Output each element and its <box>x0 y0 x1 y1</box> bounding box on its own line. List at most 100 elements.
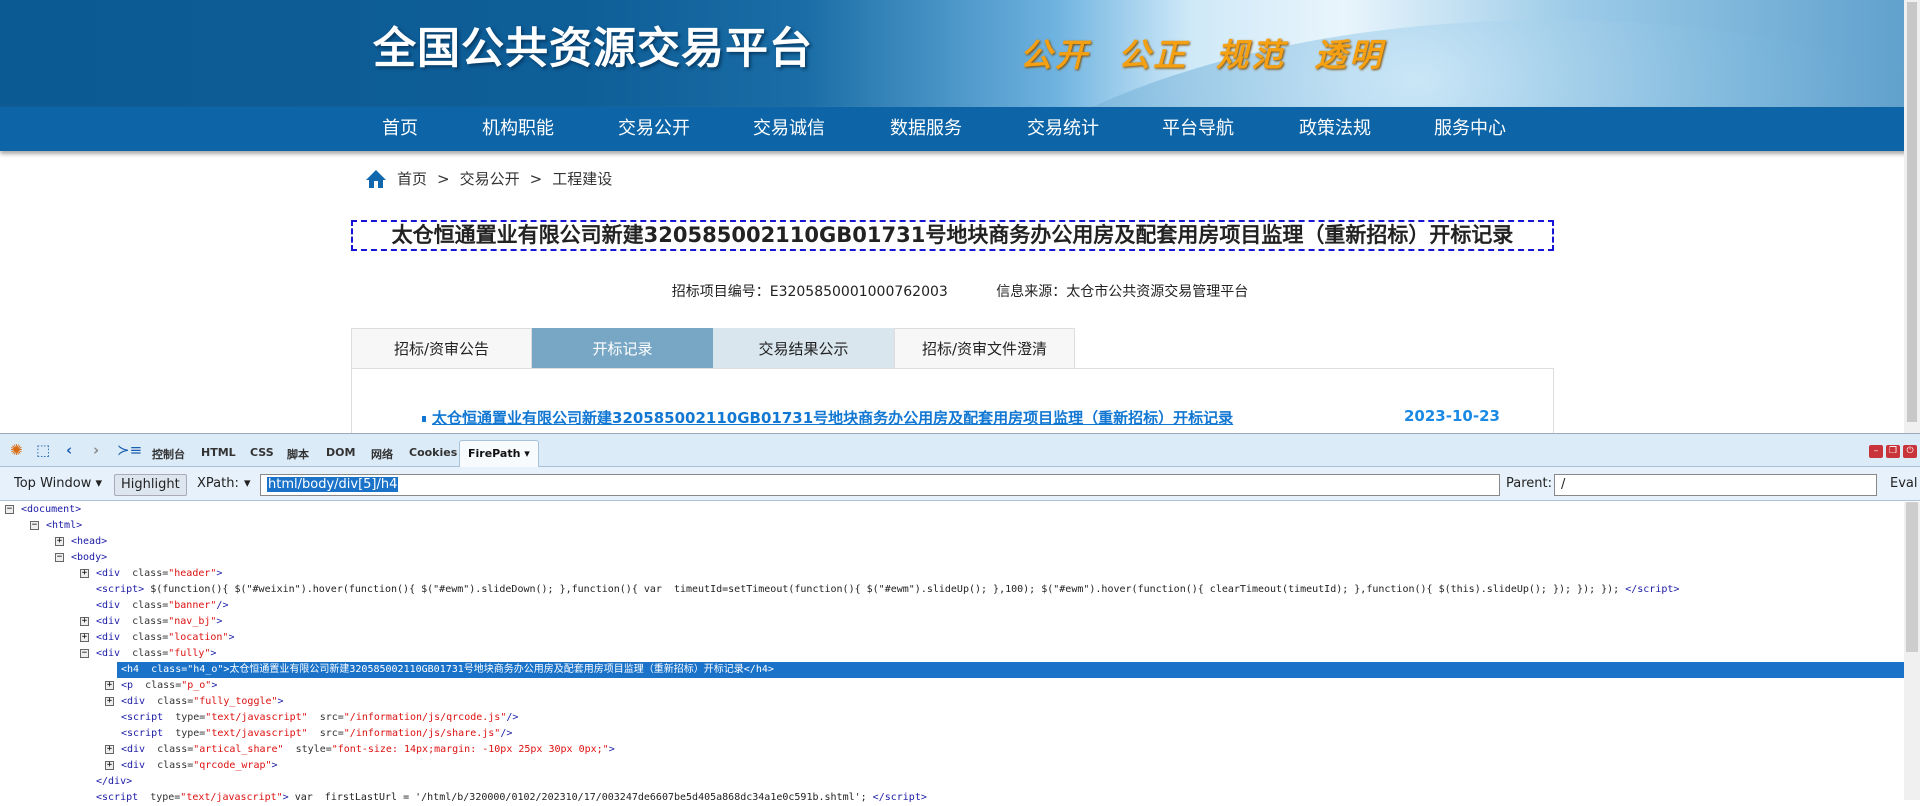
tab-firepath[interactable]: FirePath ▾ <box>459 440 539 468</box>
markup-tag: </div> <box>96 776 133 787</box>
firebug-icon[interactable]: ✺ <box>10 442 23 458</box>
tree-node[interactable]: + <div class="location"> <box>0 630 1904 646</box>
parent-input[interactable]: / <box>1554 474 1877 496</box>
tab-html[interactable]: HTML <box>201 446 236 459</box>
nav-item[interactable]: 交易诚信 <box>753 107 825 151</box>
expand-icon[interactable]: + <box>55 537 64 546</box>
nav-item[interactable]: 交易统计 <box>1027 107 1099 151</box>
list-item-link[interactable]: 太仓恒通置业有限公司新建320585002110GB01731号地块商务办公用房… <box>422 407 1233 428</box>
tree-node[interactable]: <script> $(function(){ $("#weixin").hove… <box>0 582 1904 598</box>
markup-val: "/information/js/share.js" <box>343 728 501 739</box>
top-window-select[interactable]: Top Window ▾ <box>14 474 102 496</box>
collapse-icon[interactable]: − <box>30 521 39 530</box>
expand-icon[interactable]: + <box>105 745 114 754</box>
collapse-icon[interactable]: − <box>55 553 64 562</box>
markup-tag: <div <box>96 568 133 579</box>
expand-icon[interactable]: + <box>80 569 89 578</box>
tree-node[interactable]: </div> <box>0 774 1904 790</box>
page-scrollbar[interactable] <box>1904 0 1920 433</box>
tree-node[interactable]: − <document> <box>0 502 1904 518</box>
node-markup: <div class="fully"> <box>96 646 216 662</box>
eval-button[interactable]: Eval <box>1890 474 1918 496</box>
tree-node[interactable]: + <div class="nav_bj"> <box>0 614 1904 630</box>
breadcrumb-trade[interactable]: 交易公开 <box>460 168 520 189</box>
detach-icon[interactable]: ❐ <box>1886 445 1900 458</box>
expand-icon[interactable]: + <box>105 697 114 706</box>
tab-bid-opening[interactable]: 开标记录 <box>532 328 713 369</box>
tab-panel: 太仓恒通置业有限公司新建320585002110GB01731号地块商务办公用房… <box>351 368 1554 438</box>
site-title: 全国公共资源交易平台 <box>373 24 813 74</box>
markup-text: 太仓恒通置业有限公司新建320585002110GB01731号地块商务办公用房… <box>229 664 744 675</box>
markup-tag: /> <box>500 728 513 739</box>
nav-item[interactable]: 平台导航 <box>1162 107 1234 151</box>
tree-node[interactable]: <script type="text/javascript" src="/inf… <box>0 710 1904 726</box>
markup-tag: </script> <box>1625 584 1680 595</box>
nav-item[interactable]: 服务中心 <box>1434 107 1506 151</box>
tab-result[interactable]: 交易结果公示 <box>713 328 894 369</box>
markup-tag: <h4 <box>121 664 152 675</box>
xpath-input[interactable]: html/body/div[5]/h4 <box>260 474 1500 496</box>
breadcrumb: 首页 > 交易公开 > 工程建设 <box>365 168 612 189</box>
tree-node[interactable]: + <div class="artical_share" style="font-… <box>0 742 1904 758</box>
highlight-button[interactable]: Highlight <box>114 474 187 496</box>
minimize-icon[interactable]: – <box>1869 445 1883 458</box>
markup-tag: > <box>277 696 284 707</box>
tab-script[interactable]: 脚本 <box>287 446 309 462</box>
nav-item[interactable]: 机构职能 <box>482 107 554 151</box>
tree-node[interactable]: − <body> <box>0 550 1904 566</box>
tab-css[interactable]: CSS <box>250 446 274 459</box>
tree-node[interactable]: <script type="text/javascript" src="/inf… <box>0 726 1904 742</box>
tab-console[interactable]: 控制台 <box>152 446 185 462</box>
expand-icon[interactable]: + <box>105 761 114 770</box>
tree-node[interactable]: + <div class="header"> <box>0 566 1904 582</box>
firepath-toolbar: Top Window ▾ Highlight XPath: ▾ html/bod… <box>0 467 1920 501</box>
page-title: 太仓恒通置业有限公司新建320585002110GB01731号地块商务办公用房… <box>351 220 1554 251</box>
expand-icon[interactable]: + <box>80 617 89 626</box>
nav-item[interactable]: 交易公开 <box>618 107 690 151</box>
list-item-date: 2023-10-23 <box>1404 407 1500 425</box>
back-icon[interactable]: ‹ <box>66 442 72 458</box>
tree-node[interactable]: <script type="text/javascript"> var firs… <box>0 790 1904 806</box>
command-line-icon[interactable]: ≻≡ <box>117 442 142 458</box>
inspect-icon[interactable]: ⬚ <box>36 442 50 458</box>
tree-node[interactable]: + <head> <box>0 534 1904 550</box>
tab-dom[interactable]: DOM <box>326 446 355 459</box>
project-number: 招标项目编号：E3205850001000762003 <box>671 284 948 300</box>
markup-tag: <script <box>121 712 176 723</box>
home-icon[interactable] <box>365 169 387 189</box>
tab-announcement[interactable]: 招标/资审公告 <box>351 328 532 369</box>
tree-node[interactable]: − <html> <box>0 518 1904 534</box>
tree-node[interactable]: <div class="banner"/> <box>0 598 1904 614</box>
markup-tag: <p <box>121 680 146 691</box>
markup-val: "artical_share" <box>193 744 296 755</box>
scrollbar-thumb[interactable] <box>1907 2 1917 422</box>
tree-node[interactable]: − <div class="fully"> <box>0 646 1904 662</box>
expand-icon[interactable]: + <box>105 681 114 690</box>
scrollbar-thumb[interactable] <box>1906 502 1918 652</box>
nav-item[interactable]: 政策法规 <box>1299 107 1371 151</box>
expand-icon[interactable]: + <box>80 633 89 642</box>
forward-icon[interactable]: › <box>93 442 99 458</box>
markup-attr: style= <box>295 744 332 755</box>
markup-attr: class= <box>132 632 169 643</box>
tree-node[interactable]: + <div class="qrcode_wrap"> <box>0 758 1904 774</box>
collapse-icon[interactable]: − <box>5 505 14 514</box>
markup-tag: <div <box>96 616 133 627</box>
tree-node-selected[interactable]: <h4 class="h4_o">太仓恒通置业有限公司新建32058500211… <box>117 662 1904 678</box>
tree-node[interactable]: + <div class="fully_toggle"> <box>0 694 1904 710</box>
close-icon[interactable]: ⏻ <box>1903 445 1917 458</box>
tab-clarification[interactable]: 招标/资审文件澄清 <box>894 328 1075 369</box>
markup-val: "nav_bj" <box>168 616 217 627</box>
collapse-icon[interactable]: − <box>80 649 89 658</box>
breadcrumb-home[interactable]: 首页 <box>397 168 427 189</box>
breadcrumb-current[interactable]: 工程建设 <box>552 168 612 189</box>
tab-cookies[interactable]: Cookies <box>409 446 457 459</box>
slogan: 公开 公正 规范 透明 <box>1020 36 1385 74</box>
tree-scrollbar[interactable] <box>1904 502 1920 800</box>
xpath-dropdown[interactable]: ▾ <box>244 474 251 496</box>
tab-net[interactable]: 网络 <box>371 446 393 462</box>
nav-item[interactable]: 首页 <box>382 107 418 151</box>
markup-tag: <script <box>96 792 151 803</box>
tree-node[interactable]: + <p class="p_o"> <box>0 678 1904 694</box>
nav-item[interactable]: 数据服务 <box>890 107 962 151</box>
